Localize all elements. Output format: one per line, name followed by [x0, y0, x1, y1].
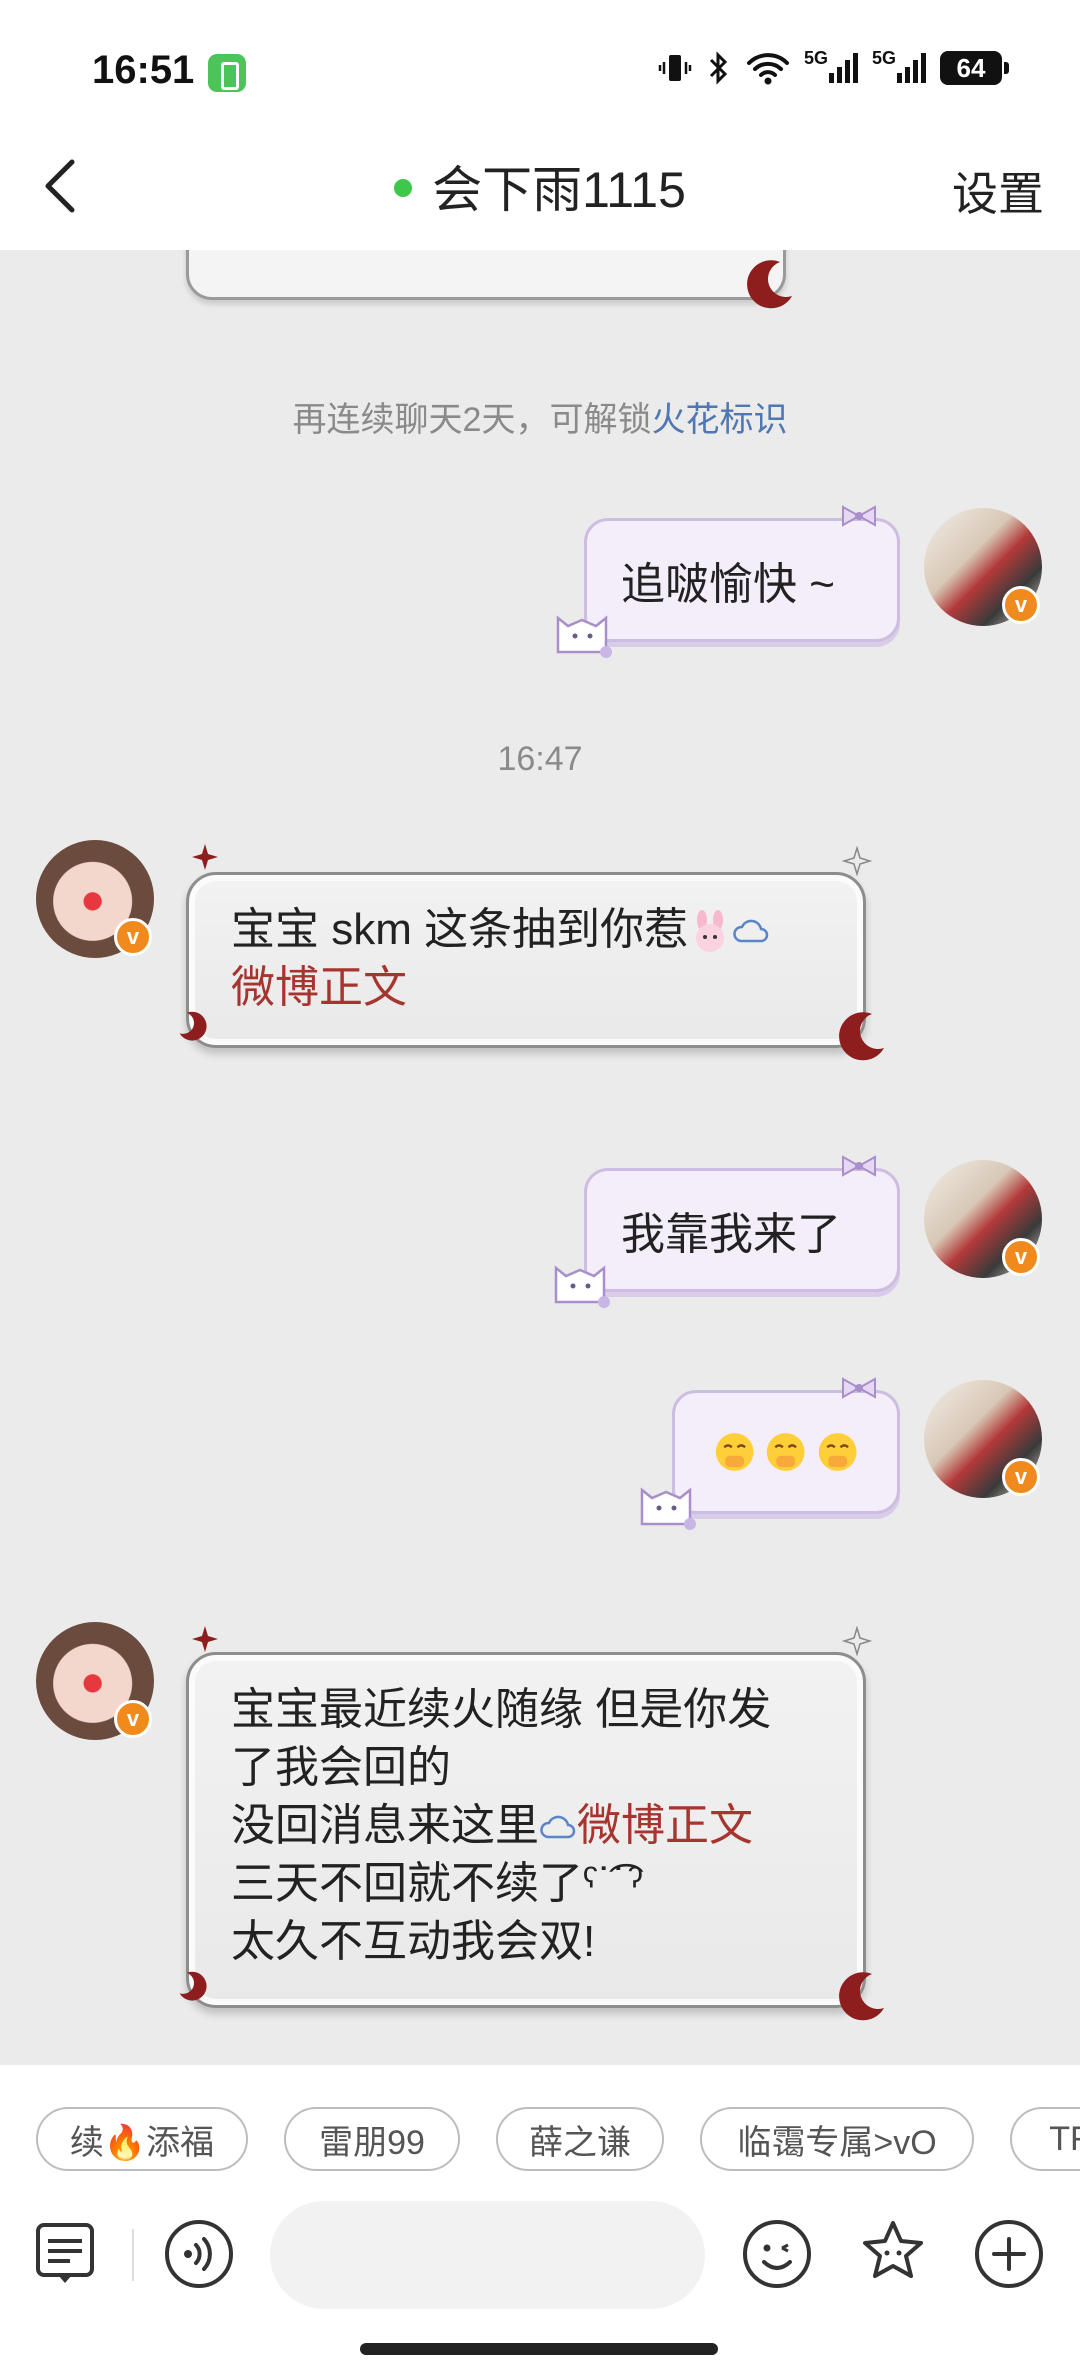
- emoji-icon[interactable]: [738, 2215, 816, 2293]
- outgoing-message-bubble[interactable]: 我靠我来了: [584, 1155, 900, 1292]
- quick-chip[interactable]: 临霭专属>vO: [700, 2107, 974, 2171]
- outgoing-message-bubble[interactable]: [672, 1377, 900, 1514]
- message-line: 太久不互动我会双!: [231, 1917, 596, 1966]
- face-hand-over-mouth-emoji-icon: [818, 1433, 857, 1471]
- message-line: 宝宝最近续火随缘 但是你发: [231, 1685, 772, 1734]
- home-indicator[interactable]: [360, 2343, 718, 2355]
- moon-decoration-icon: [839, 1972, 884, 2021]
- verified-badge-icon: v: [114, 1700, 152, 1738]
- verified-badge-icon: v: [1002, 586, 1040, 624]
- weibo-cloud-icon: [733, 920, 769, 943]
- verified-badge-icon: v: [114, 918, 152, 956]
- weibo-post-link[interactable]: 微博正文: [577, 1801, 753, 1850]
- moon-decoration-icon: [179, 1011, 207, 1041]
- message-line: 了我会回的: [231, 1743, 451, 1792]
- notes-icon[interactable]: [28, 2215, 106, 2293]
- verified-badge-icon: v: [1002, 1458, 1040, 1496]
- online-status-dot: [394, 178, 413, 197]
- time-divider: 16:47: [497, 740, 583, 778]
- cat-decoration-icon: [554, 1265, 610, 1308]
- message-text: 追啵愉快 ~: [621, 560, 835, 609]
- outgoing-message-bubble[interactable]: 追啵愉快 ~: [584, 505, 900, 642]
- message-text: 没回消息来这里: [231, 1801, 539, 1850]
- previous-message-bubble[interactable]: [186, 250, 786, 300]
- face-hand-over-mouth-emoji-icon: [767, 1433, 805, 1471]
- battery-level: 64: [956, 52, 986, 83]
- bow-decoration-icon: [842, 1155, 876, 1177]
- input-bar: [0, 2185, 1080, 2373]
- signal-5g-icon: 5G: [803, 47, 858, 85]
- chat-title[interactable]: 会下雨1115: [0, 150, 1080, 222]
- cat-decoration-icon: [640, 1487, 696, 1530]
- bluetooth-icon: [706, 50, 732, 86]
- moon-decoration-icon: [179, 1971, 207, 2001]
- bow-decoration-icon: [842, 505, 876, 527]
- bow-decoration-icon: [842, 1377, 876, 1399]
- settings-button[interactable]: 设置: [952, 158, 1044, 224]
- spark-badge-link[interactable]: 火花标识: [651, 401, 787, 439]
- sparkle-decoration-icon: [842, 1626, 872, 1656]
- signal-label: 5G: [803, 47, 828, 68]
- quick-chip[interactable]: TF: [1010, 2107, 1080, 2171]
- chat-area[interactable]: 再连续聊天2天，可解锁火花标识 v 追啵愉快 ~ 16:47 v 宝宝 skm …: [0, 250, 1080, 2065]
- battery-icon: 64: [940, 51, 1009, 85]
- notice-text: 再连续聊天2天，可解锁: [292, 401, 652, 439]
- message-line: 三天不回就不续了ˁ˙͡˙ˀ: [231, 1859, 643, 1908]
- cat-decoration-icon: [556, 615, 612, 658]
- message-input[interactable]: [270, 2201, 705, 2309]
- incoming-message-bubble[interactable]: 宝宝最近续火随缘 但是你发 了我会回的 没回消息来这里 微博正文 三天不回就不续了…: [186, 1652, 866, 2008]
- sparkle-decoration-icon: [192, 844, 218, 870]
- face-hand-over-mouth-emoji-icon: [715, 1433, 754, 1471]
- quick-chip-bar[interactable]: 续🔥添福 雷朋99 薛之谦 临霭专属>vO TF: [0, 2065, 1080, 2185]
- voice-icon[interactable]: [160, 2215, 238, 2293]
- bunny-emoji-icon: [696, 910, 725, 953]
- moon-decoration-icon: [839, 1012, 884, 1061]
- status-time: 16:51: [92, 48, 195, 92]
- vibrate-icon: [658, 51, 692, 85]
- spark-unlock-notice: 再连续聊天2天，可解锁火花标识: [0, 392, 1080, 441]
- quick-chip[interactable]: 续🔥添福: [36, 2107, 248, 2171]
- flower-sticker-icon[interactable]: [854, 2215, 932, 2293]
- app-notification-icon: [208, 54, 246, 92]
- message-line: 没回消息来这里 微博正文: [231, 1797, 821, 1855]
- weibo-cloud-icon: [540, 1816, 576, 1839]
- quick-chip[interactable]: 雷朋99: [284, 2107, 460, 2171]
- signal-label: 5G: [871, 47, 896, 68]
- weibo-post-link[interactable]: 微博正文: [231, 959, 821, 1017]
- moon-decoration-icon: [747, 260, 792, 309]
- incoming-message-bubble[interactable]: 宝宝 skm 这条抽到你惹 微博正文: [186, 872, 866, 1048]
- verified-badge-icon: v: [1002, 1238, 1040, 1276]
- wifi-icon: [746, 51, 790, 85]
- quick-chip[interactable]: 薛之谦: [496, 2107, 664, 2171]
- message-text: 我靠我来了: [621, 1210, 841, 1259]
- sparkle-decoration-icon: [842, 846, 872, 876]
- message-line: 宝宝 skm 这条抽到你惹: [231, 901, 821, 959]
- contact-name: 会下雨1115: [432, 162, 686, 218]
- top-bar: 16:51 5G 5G 64 会下雨1115 设置: [0, 0, 1080, 250]
- divider: [132, 2229, 134, 2281]
- status-icons: 5G 5G 64: [658, 47, 1009, 86]
- sparkle-decoration-icon: [192, 1626, 218, 1652]
- signal-5g-icon: 5G: [871, 47, 926, 85]
- plus-icon[interactable]: [970, 2215, 1048, 2293]
- message-text: 宝宝 skm 这条抽到你惹: [231, 905, 689, 954]
